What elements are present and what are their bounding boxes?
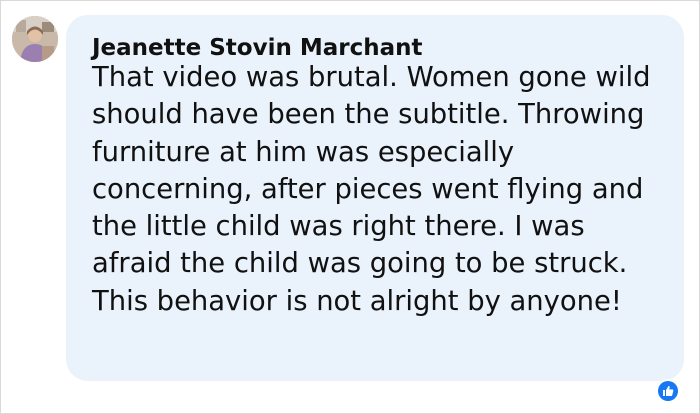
like-icon bbox=[663, 386, 674, 396]
avatar-photo-icon bbox=[12, 16, 58, 62]
avatar[interactable] bbox=[12, 16, 58, 62]
reaction-circle bbox=[658, 381, 678, 401]
comment-text: That video was brutal. Women gone wild s… bbox=[92, 62, 651, 317]
comment-author[interactable]: Jeanette Stovin Marchant bbox=[92, 35, 423, 61]
comment-bubble: Jeanette Stovin Marchant That video was … bbox=[66, 15, 684, 381]
reaction-badge[interactable] bbox=[656, 379, 680, 403]
